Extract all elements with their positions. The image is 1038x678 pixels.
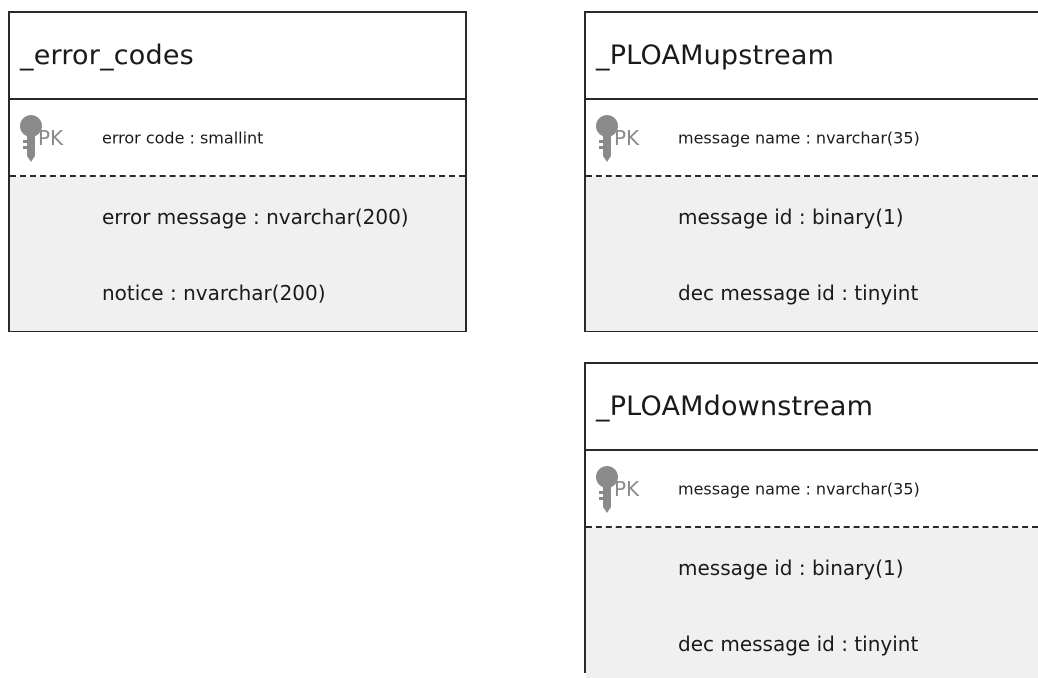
attribute-row: error message : nvarchar(200) [10,197,465,237]
attribute-section: error message : nvarchar(200) notice : n… [10,177,465,331]
pk-field: message name : nvarchar(35) [678,128,920,147]
attribute-section: message id : binary(1) dec message id : … [586,177,1038,331]
entity-title: _PLOAMupstream [586,13,1038,100]
entity-title: _error_codes [10,13,465,100]
pk-field: error code : smallint [102,128,264,147]
attribute-row: dec message id : tinyint [586,624,1038,664]
attribute-row: message id : binary(1) [586,548,1038,588]
attribute-field: error message : nvarchar(200) [102,205,409,229]
attribute-field: notice : nvarchar(200) [102,281,326,305]
attribute-section: message id : binary(1) dec message id : … [586,528,1038,678]
primary-key-section: PK message name : nvarchar(35) [586,451,1038,528]
primary-key-section: PK error code : smallint [10,100,465,177]
entity-ploam-upstream[interactable]: _PLOAMupstream PK message name : nvarcha… [584,11,1038,332]
attribute-field: message id : binary(1) [678,556,904,580]
attribute-field: message id : binary(1) [678,205,904,229]
attribute-row: notice : nvarchar(200) [10,273,465,313]
pk-label: PK [614,125,640,150]
entity-title: _PLOAMdownstream [586,364,1038,451]
entity-ploam-downstream[interactable]: _PLOAMdownstream PK message name : nvarc… [584,362,1038,678]
pk-field: message name : nvarchar(35) [678,479,920,498]
entity-error-codes[interactable]: _error_codes PK error code : smallint er… [8,11,467,332]
pk-label: PK [38,125,64,150]
pk-label: PK [614,476,640,501]
attribute-row: message id : binary(1) [586,197,1038,237]
attribute-row: dec message id : tinyint [586,273,1038,313]
primary-key-section: PK message name : nvarchar(35) [586,100,1038,177]
attribute-field: dec message id : tinyint [678,632,919,656]
attribute-field: dec message id : tinyint [678,281,919,305]
